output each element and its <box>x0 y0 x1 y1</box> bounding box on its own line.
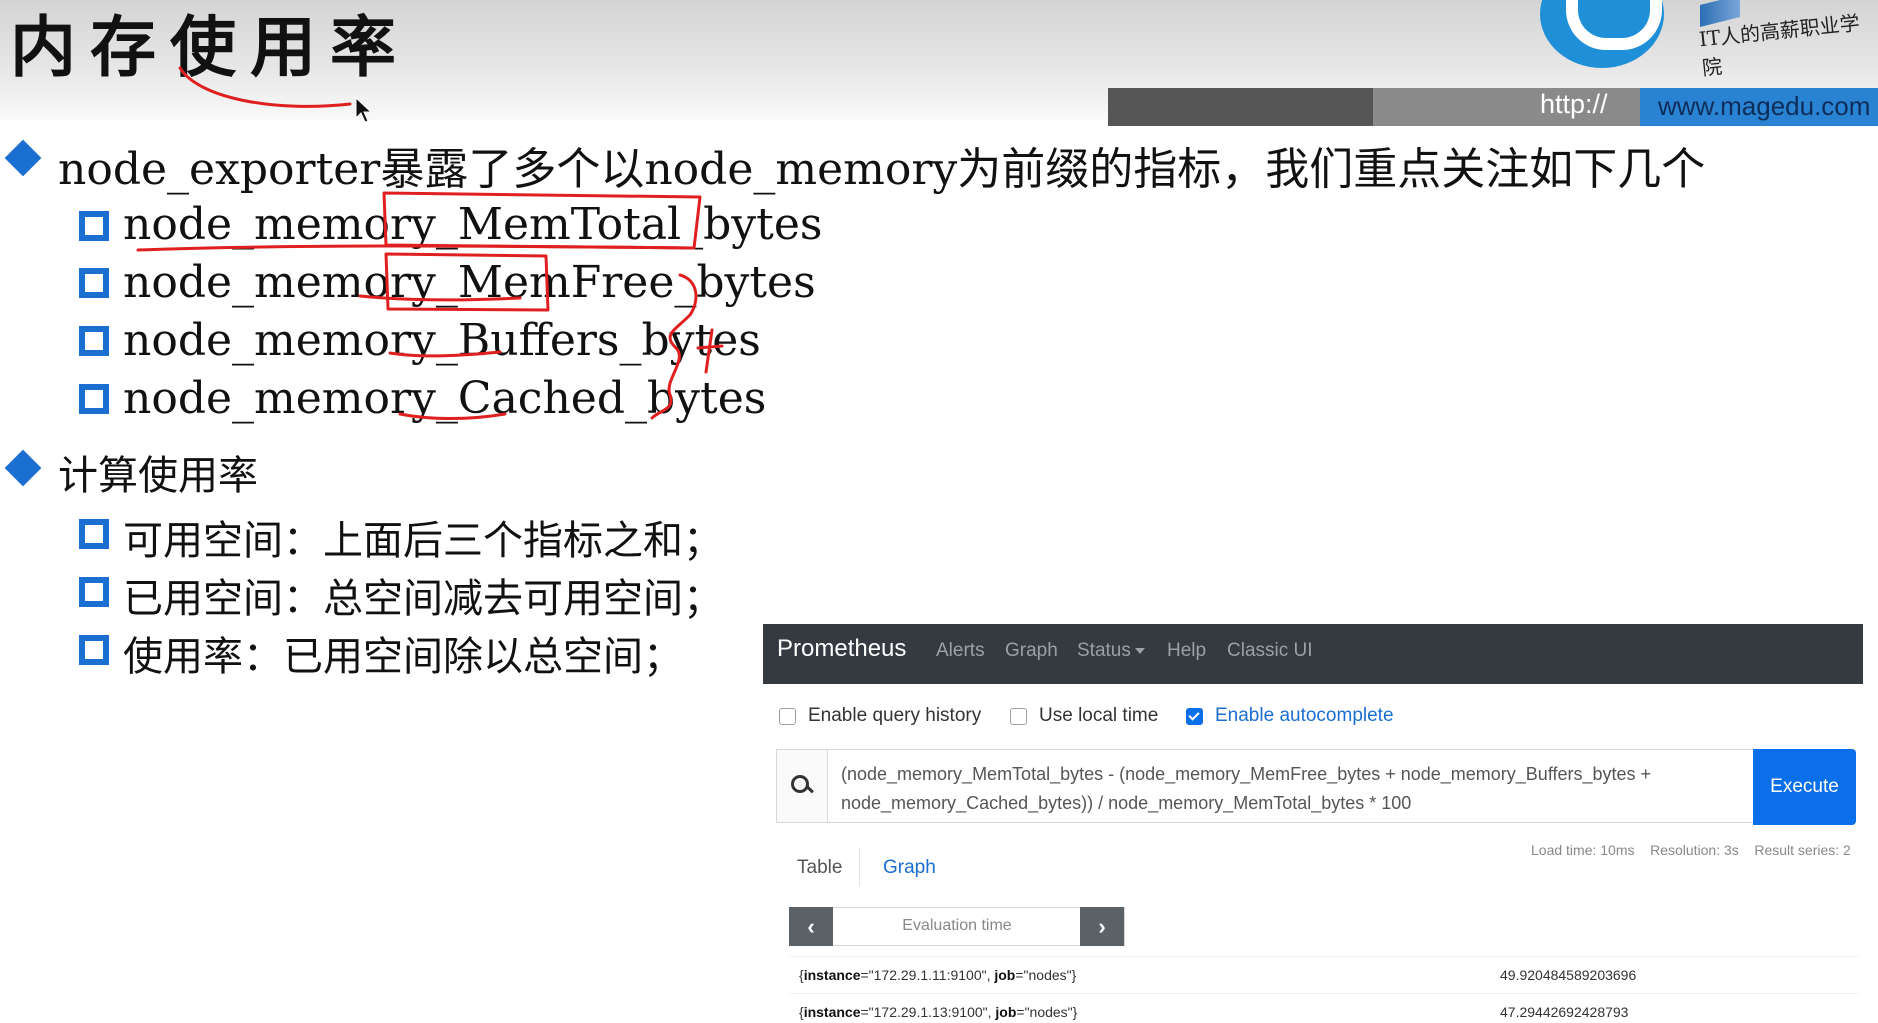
expression-input[interactable]: (node_memory_MemTotal_bytes - (node_memo… <box>776 749 1755 823</box>
prometheus-navbar: Prometheus Alerts Graph Status Help Clas… <box>763 624 1863 684</box>
execute-button[interactable]: Execute <box>1753 749 1856 825</box>
memfree-box-stroke <box>384 252 550 312</box>
mouse-cursor-icon <box>355 96 373 123</box>
evaluation-time-input[interactable]: Evaluation time <box>834 917 1080 935</box>
tab-graph[interactable]: Graph <box>883 857 936 879</box>
query-stats: Load time: 10ms Resolution: 3s Result se… <box>1531 842 1851 858</box>
autocomplete-checkbox[interactable] <box>1186 708 1203 725</box>
search-icon-box <box>777 750 828 822</box>
title-underline-stroke <box>178 66 352 108</box>
local-time-label[interactable]: Use local time <box>1039 705 1158 727</box>
prometheus-panel: Prometheus Alerts Graph Status Help Clas… <box>763 624 1863 1023</box>
local-time-checkbox[interactable] <box>1010 708 1027 725</box>
resolution: Resolution: 3s <box>1650 842 1739 858</box>
buffers-underline-stroke <box>388 350 502 358</box>
nav-alerts[interactable]: Alerts <box>936 640 985 662</box>
expression-line-2: node_memory_Cached_bytes)) / node_memory… <box>841 793 1412 813</box>
nav-graph[interactable]: Graph <box>1005 640 1058 662</box>
expression-line-1: (node_memory_MemTotal_bytes - (node_memo… <box>841 764 1652 784</box>
memfree-underline-stroke <box>358 294 522 302</box>
nav-classic-ui[interactable]: Classic UI <box>1227 640 1313 662</box>
nav-status-label: Status <box>1077 640 1131 661</box>
result-series-label: {instance="172.29.1.11:9100", job="nodes… <box>799 967 1077 983</box>
result-value: 49.920484589203696 <box>1500 967 1637 983</box>
expression-text[interactable]: (node_memory_MemTotal_bytes - (node_memo… <box>841 760 1741 818</box>
prometheus-brand-link[interactable]: Prometheus <box>777 635 906 663</box>
search-icon-handle <box>806 785 814 794</box>
memtotal-underline-stroke <box>136 244 692 252</box>
row-divider <box>789 993 1859 994</box>
eval-next-button[interactable]: › <box>1080 907 1124 946</box>
autocomplete-label[interactable]: Enable autocomplete <box>1215 705 1394 727</box>
brace-stroke <box>650 273 698 420</box>
result-series: Result series: 2 <box>1754 842 1851 858</box>
tab-divider <box>859 848 860 886</box>
result-series-label: {instance="172.29.1.13:9100", job="nodes… <box>799 1004 1078 1020</box>
eval-prev-button[interactable]: ‹ <box>789 907 833 946</box>
nav-help[interactable]: Help <box>1167 640 1206 662</box>
load-time: Load time: 10ms <box>1531 842 1635 858</box>
cached-underline-stroke <box>398 412 507 420</box>
row-divider <box>789 956 1859 957</box>
result-value: 47.29442692428793 <box>1500 1004 1629 1020</box>
memtotal-box-stroke <box>382 191 702 250</box>
nav-status-dropdown[interactable]: Status <box>1077 640 1145 662</box>
query-history-checkbox[interactable] <box>779 708 796 725</box>
evaluation-time-picker: ‹ Evaluation time › <box>789 907 1125 946</box>
query-history-label[interactable]: Enable query history <box>808 705 981 727</box>
chevron-down-icon <box>1134 647 1145 654</box>
search-icon <box>791 775 809 793</box>
tab-table[interactable]: Table <box>797 857 842 879</box>
